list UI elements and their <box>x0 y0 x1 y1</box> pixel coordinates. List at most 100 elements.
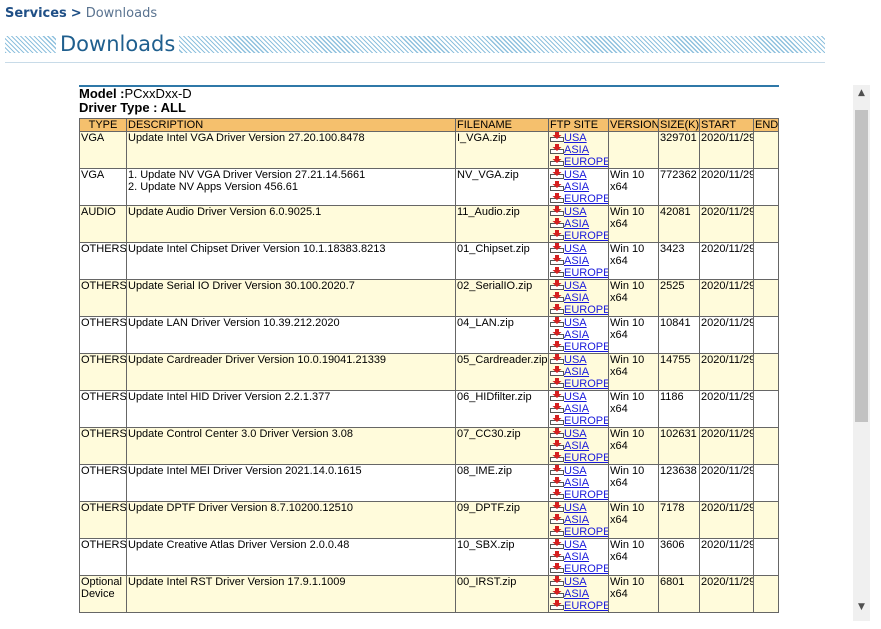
cell-description: Update Intel HID Driver Version 2.2.1.37… <box>126 390 456 428</box>
ftp-link-usa[interactable]: USA <box>550 169 607 181</box>
cell-type: VGA <box>79 131 127 169</box>
ftp-link-asia[interactable]: ASIA <box>550 514 607 526</box>
cell-type: OTHERS <box>79 538 127 576</box>
version-arch: x64 <box>610 366 628 378</box>
ftp-link-asia[interactable]: ASIA <box>550 588 607 600</box>
version-arch: x64 <box>610 514 628 526</box>
ftp-link-europe[interactable]: EUROPE <box>550 526 608 538</box>
download-icon <box>550 539 564 549</box>
cell-version: Win 10 x64 <box>608 427 659 465</box>
description-line-1: Update Intel RST Driver Version 17.9.1.1… <box>128 576 346 589</box>
ftp-link-europe[interactable]: EUROPE <box>550 600 608 612</box>
version-os: Win 10 <box>610 206 645 219</box>
cell-filename: 04_LAN.zip <box>455 316 549 354</box>
ftp-link-label: EUROPE <box>564 563 609 575</box>
ftp-link-usa[interactable]: USA <box>550 132 607 144</box>
ftp-link-asia[interactable]: ASIA <box>550 181 607 193</box>
ftp-link-europe[interactable]: EUROPE <box>550 230 608 242</box>
cell-size: 14755 <box>658 353 700 391</box>
cell-description: Update Audio Driver Version 6.0.9025.1 <box>126 205 456 243</box>
cell-ftp-site: USA ASIA EUROPE <box>548 464 609 502</box>
download-icon <box>550 144 564 154</box>
ftp-link-europe[interactable]: EUROPE <box>550 304 608 316</box>
ftp-link-label: EUROPE <box>564 378 609 390</box>
cell-filename: 01_Chipset.zip <box>455 242 549 280</box>
ftp-link-usa[interactable]: USA <box>550 502 607 514</box>
cell-version: Win 10 x64 <box>608 390 659 428</box>
ftp-link-asia[interactable]: ASIA <box>550 255 607 267</box>
download-icon <box>550 563 564 573</box>
cell-type: OTHERS <box>79 390 127 428</box>
ftp-link-asia[interactable]: ASIA <box>550 329 607 341</box>
ftp-link-europe[interactable]: EUROPE <box>550 341 608 353</box>
ftp-link-europe[interactable]: EUROPE <box>550 267 608 279</box>
cell-start: 2020/11/29 <box>699 131 754 169</box>
ftp-link-europe[interactable]: EUROPE <box>550 563 609 575</box>
ftp-link-asia[interactable]: ASIA <box>550 440 607 452</box>
col-header-version: VERSION <box>608 118 659 132</box>
ftp-link-label: USA <box>564 465 587 478</box>
ftp-link-usa[interactable]: USA <box>550 465 607 477</box>
description-line-1: Update Control Center 3.0 Driver Version… <box>128 428 354 441</box>
cell-ftp-site: USA ASIA EUROPE <box>548 131 609 169</box>
cell-version: Win 10 x64 <box>608 464 659 502</box>
cell-size: 1186 <box>658 390 700 428</box>
table-row: OTHERS Update Creative Atlas Driver Versi… <box>79 538 779 576</box>
scrollbar-thumb[interactable] <box>855 110 868 422</box>
ftp-link-label: ASIA <box>564 514 590 526</box>
ftp-link-asia[interactable]: ASIA <box>550 477 607 489</box>
ftp-link-usa[interactable]: USA <box>550 391 607 403</box>
description-line-1: Update Creative Atlas Driver Version 2.0… <box>128 539 350 552</box>
version-arch: x64 <box>610 181 628 193</box>
scroll-up-arrow-icon[interactable]: ▲ <box>853 85 870 102</box>
scroll-down-arrow-icon[interactable]: ▼ <box>853 599 870 616</box>
cell-size: 2525 <box>658 279 700 317</box>
version-os: Win 10 <box>610 169 645 182</box>
download-icon <box>550 415 564 425</box>
breadcrumb-services-link[interactable]: Services <box>5 6 67 21</box>
breadcrumb-downloads-link[interactable]: Downloads <box>86 6 157 21</box>
download-icon <box>550 588 564 598</box>
download-icon <box>550 600 564 610</box>
table-row: AUDIO Update Audio Driver Version 6.0.902… <box>79 205 779 243</box>
cell-start: 2020/11/29 <box>699 316 754 354</box>
cell-description: Update LAN Driver Version 10.39.212.2020 <box>126 316 456 354</box>
table-row: VGA Update Intel VGA Driver Version 27.20… <box>79 131 779 169</box>
vertical-scrollbar[interactable]: ▲ ▼ <box>853 85 870 621</box>
download-icon <box>550 452 564 462</box>
cell-size: 6801 <box>658 575 700 613</box>
breadcrumb: Services > Downloads <box>5 6 157 21</box>
description-line-1: Update DPTF Driver Version 8.7.10200.125… <box>128 502 354 515</box>
cell-start: 2020/11/29 <box>699 575 754 613</box>
cell-filename: 08_IME.zip <box>455 464 549 502</box>
version-os: Win 10 <box>610 280 645 293</box>
ftp-link-asia[interactable]: ASIA <box>550 144 607 156</box>
ftp-link-asia[interactable]: ASIA <box>550 366 607 378</box>
ftp-link-europe[interactable]: EUROPE <box>550 415 608 427</box>
ftp-link-usa[interactable]: USA <box>550 576 607 588</box>
ftp-link-europe[interactable]: EUROPE <box>550 193 608 205</box>
ftp-link-usa[interactable]: USA <box>550 243 607 255</box>
ftp-link-usa[interactable]: USA <box>550 317 607 329</box>
download-icon <box>550 243 564 253</box>
table-row: OTHERS Update Intel Chipset Driver Versio… <box>79 242 779 280</box>
ftp-link-asia[interactable]: ASIA <box>550 292 607 304</box>
cell-ftp-site: USA ASIA EUROPE <box>548 353 609 391</box>
ftp-link-usa[interactable]: USA <box>550 428 607 440</box>
ftp-link-europe[interactable]: EUROPE <box>550 378 609 390</box>
cell-version: Win 10 x64 <box>608 353 659 391</box>
ftp-link-europe[interactable]: EUROPE <box>550 489 608 501</box>
ftp-link-asia[interactable]: ASIA <box>550 551 607 563</box>
ftp-link-asia[interactable]: ASIA <box>550 218 607 230</box>
ftp-link-usa[interactable]: USA <box>550 354 607 366</box>
ftp-link-asia[interactable]: ASIA <box>550 403 607 415</box>
ftp-link-label: USA <box>564 502 587 515</box>
cell-end <box>753 501 779 539</box>
cell-type: OTHERS <box>79 353 127 391</box>
ftp-link-europe[interactable]: EUROPE <box>550 452 608 464</box>
ftp-link-europe[interactable]: EUROPE <box>550 156 608 168</box>
ftp-link-usa[interactable]: USA <box>550 206 607 218</box>
ftp-link-usa[interactable]: USA <box>550 539 607 551</box>
ftp-link-usa[interactable]: USA <box>550 280 607 292</box>
ftp-link-label: ASIA <box>564 551 590 563</box>
